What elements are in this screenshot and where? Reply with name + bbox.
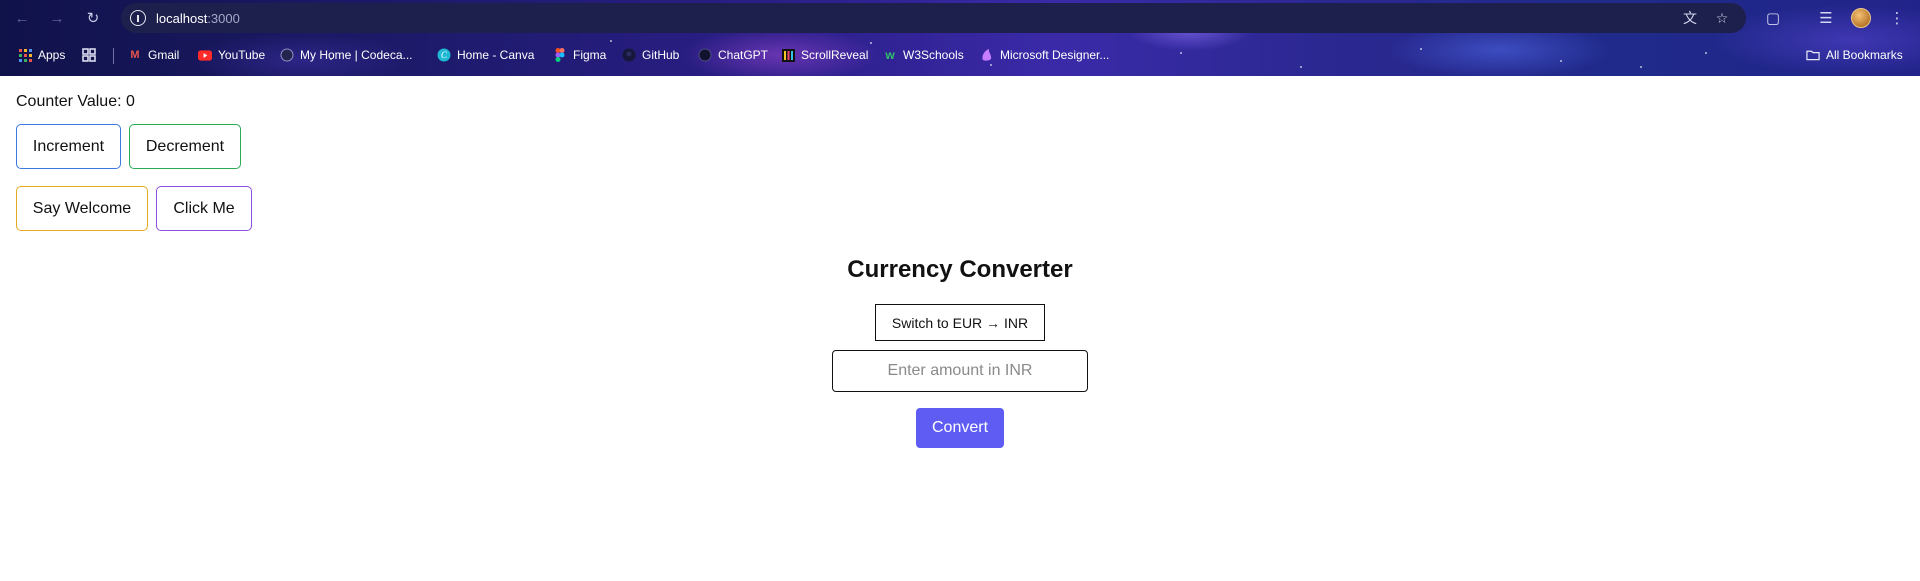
reload-icon: ↻ [86, 10, 100, 27]
bookmark-codecademy[interactable]: My Home | Codeca... [280, 44, 413, 66]
increment-button[interactable]: Increment [16, 124, 121, 169]
address-bar[interactable]: localhost:3000 文 ☆ [121, 3, 1746, 33]
media-control-icon[interactable]: ☰ [1815, 7, 1837, 29]
profile-avatar[interactable] [1851, 8, 1871, 28]
site-info-icon[interactable] [130, 10, 146, 26]
bookmark-canva[interactable]: C Home - Canva [437, 44, 534, 66]
folder-icon [1806, 48, 1820, 62]
convert-button[interactable]: Convert [916, 408, 1004, 448]
bookmark-scrollreveal[interactable]: ScrollReveal [781, 44, 868, 66]
scrollreveal-icon [781, 48, 795, 62]
amount-input[interactable] [832, 350, 1088, 392]
bookmark-chatgpt[interactable]: ChatGPT [698, 44, 768, 66]
bookmark-grid[interactable] [82, 44, 102, 66]
translate-icon[interactable]: 文 [1681, 9, 1699, 27]
codecademy-icon [280, 48, 294, 62]
browser-chrome: ← → ↻ localhost:3000 文 ☆ ▢ ☰ ⋮ Apps M Gm… [0, 0, 1920, 76]
bookmark-w3schools[interactable]: w W3Schools [883, 44, 963, 66]
youtube-icon [198, 48, 212, 62]
menu-kebab-icon[interactable]: ⋮ [1886, 7, 1908, 29]
counter-value-label: Counter Value: 0 [16, 93, 135, 110]
all-bookmarks-button[interactable]: All Bookmarks [1806, 44, 1903, 66]
back-button[interactable]: ← [11, 7, 33, 29]
canva-icon: C [437, 48, 451, 62]
forward-button[interactable]: → [46, 7, 68, 29]
svg-text:C: C [441, 50, 448, 60]
arrow-left-icon: ← [14, 9, 30, 27]
arrow-right-icon: → [49, 9, 65, 27]
gmail-icon: M [130, 49, 140, 61]
url-text[interactable]: localhost:3000 [156, 11, 240, 26]
bookmark-youtube[interactable]: YouTube [198, 44, 265, 66]
apps-grid-icon [18, 48, 32, 62]
switch-currency-button[interactable]: Switch to EUR → INR [875, 304, 1045, 341]
extensions-icon[interactable]: ▢ [1762, 7, 1784, 29]
bookmark-star-icon[interactable]: ☆ [1713, 9, 1731, 27]
figma-icon [553, 48, 567, 62]
github-icon [622, 48, 636, 62]
decrement-button[interactable]: Decrement [129, 124, 241, 169]
click-me-button[interactable]: Click Me [156, 186, 252, 231]
reload-button[interactable]: ↻ [82, 7, 104, 29]
bookmark-apps[interactable]: Apps [18, 44, 65, 66]
bookmarks-bar: Apps M Gmail YouTube My Home | Codeca...… [0, 44, 1920, 66]
w3schools-icon: w [885, 48, 895, 62]
designer-icon [980, 48, 994, 62]
bookmark-gmail[interactable]: M Gmail [128, 44, 179, 66]
bookmark-figma[interactable]: Figma [553, 44, 606, 66]
bookmark-github[interactable]: GitHub [622, 44, 679, 66]
bookmarks-separator [113, 48, 114, 64]
say-welcome-button[interactable]: Say Welcome [16, 186, 148, 231]
grid-squares-icon [82, 48, 96, 62]
bookmark-microsoft-designer[interactable]: Microsoft Designer... [980, 44, 1109, 66]
currency-converter-title: Currency Converter [847, 256, 1073, 283]
chatgpt-icon [698, 48, 712, 62]
